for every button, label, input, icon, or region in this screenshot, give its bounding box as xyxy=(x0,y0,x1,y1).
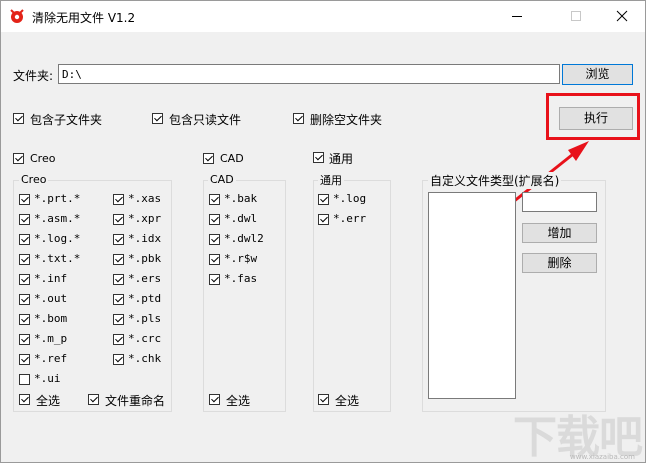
creo-ext2-checkbox[interactable] xyxy=(113,234,124,245)
cad-ext-label: *.bak xyxy=(224,192,258,205)
creo-ext-label: *.log.* xyxy=(34,232,81,245)
watermark-url: www.xiazaiba.com xyxy=(570,453,635,461)
creo-ext-checkbox[interactable] xyxy=(19,194,30,205)
cad-ext-label: *.r$w xyxy=(224,252,258,265)
cad-ext-checkbox[interactable] xyxy=(209,274,220,285)
creo-ext2-checkbox[interactable] xyxy=(113,354,124,365)
app-window: 清除无用文件 V1.2 文件夹: D:\ 浏览 包含子文件夹 包含只读文件 删除… xyxy=(0,0,646,463)
creo-ext-checkbox[interactable] xyxy=(19,294,30,305)
creo-ext-checkbox[interactable] xyxy=(19,254,30,265)
creo-header: Creo xyxy=(30,152,56,165)
creo-ext-label: *.txt.* xyxy=(34,252,81,265)
creo-ext2-checkbox[interactable] xyxy=(113,214,124,225)
creo-ext2-checkbox[interactable] xyxy=(113,194,124,205)
creo-ext-label: *.m_p xyxy=(34,332,68,345)
rename-label: 文件重命名 xyxy=(105,394,166,408)
creo-ext-label: *.inf xyxy=(34,272,68,285)
cad-ext-checkbox[interactable] xyxy=(209,234,220,245)
creo-ext-checkbox[interactable] xyxy=(19,234,30,245)
general-ext-checkbox[interactable] xyxy=(318,194,329,205)
creo-ext2-label: *.idx xyxy=(128,232,162,245)
cad-ext-label: *.dwl xyxy=(224,212,258,225)
creo-group-title: Creo xyxy=(19,173,49,186)
creo-ext-label: *.out xyxy=(34,292,68,305)
creo-ext-label: *.ui xyxy=(34,372,61,385)
creo-ext2-checkbox[interactable] xyxy=(113,274,124,285)
general-checkbox[interactable] xyxy=(313,152,324,163)
cad-ext-label: *.dwl2 xyxy=(224,232,264,245)
creo-ext-checkbox[interactable] xyxy=(19,374,30,385)
general-header: 通用 xyxy=(329,152,354,166)
creo-select-all-checkbox[interactable] xyxy=(19,394,30,405)
rename-checkbox[interactable] xyxy=(88,394,99,405)
cad-group-title: CAD xyxy=(208,173,236,186)
creo-ext2-label: *.pbk xyxy=(128,252,162,265)
cad-ext-checkbox[interactable] xyxy=(209,194,220,205)
creo-select-all-label: 全选 xyxy=(36,394,61,408)
general-ext-label: *.err xyxy=(333,212,367,225)
creo-ext2-checkbox[interactable] xyxy=(113,254,124,265)
general-select-all-label: 全选 xyxy=(335,394,360,408)
cad-select-all-checkbox[interactable] xyxy=(209,394,220,405)
general-ext-label: *.log xyxy=(333,192,367,205)
cad-select-all-label: 全选 xyxy=(226,394,251,408)
creo-ext-checkbox[interactable] xyxy=(19,314,30,325)
creo-ext2-label: *.chk xyxy=(128,352,162,365)
creo-ext2-label: *.crc xyxy=(128,332,162,345)
creo-ext2-checkbox[interactable] xyxy=(113,294,124,305)
creo-ext-checkbox[interactable] xyxy=(19,274,30,285)
creo-ext-label: *.asm.* xyxy=(34,212,81,225)
remove-button[interactable]: 删除 xyxy=(522,253,597,273)
creo-ext2-label: *.ptd xyxy=(128,292,162,305)
cad-ext-checkbox[interactable] xyxy=(209,254,220,265)
creo-ext-label: *.ref xyxy=(34,352,68,365)
creo-ext2-label: *.ers xyxy=(128,272,162,285)
creo-ext-checkbox[interactable] xyxy=(19,334,30,345)
cad-ext-label: *.fas xyxy=(224,272,258,285)
creo-ext2-checkbox[interactable] xyxy=(113,334,124,345)
creo-ext2-label: *.xpr xyxy=(128,212,162,225)
creo-ext-label: *.bom xyxy=(34,312,68,325)
cad-header: CAD xyxy=(220,152,244,165)
creo-ext-checkbox[interactable] xyxy=(19,354,30,365)
creo-ext2-checkbox[interactable] xyxy=(113,314,124,325)
creo-ext2-label: *.pls xyxy=(128,312,162,325)
creo-ext-label: *.prt.* xyxy=(34,192,81,205)
general-select-all-checkbox[interactable] xyxy=(318,394,329,405)
creo-checkbox[interactable] xyxy=(13,153,24,164)
general-group-title: 通用 xyxy=(318,172,344,188)
creo-ext-checkbox[interactable] xyxy=(19,214,30,225)
custom-group-title: 自定义文件类型(扩展名) xyxy=(428,172,562,189)
cad-checkbox[interactable] xyxy=(203,153,214,164)
custom-extensions-list[interactable] xyxy=(428,192,516,399)
cad-ext-checkbox[interactable] xyxy=(209,214,220,225)
creo-ext2-label: *.xas xyxy=(128,192,162,205)
add-button[interactable]: 增加 xyxy=(522,223,597,243)
general-ext-checkbox[interactable] xyxy=(318,214,329,225)
custom-extension-input[interactable] xyxy=(522,192,597,212)
